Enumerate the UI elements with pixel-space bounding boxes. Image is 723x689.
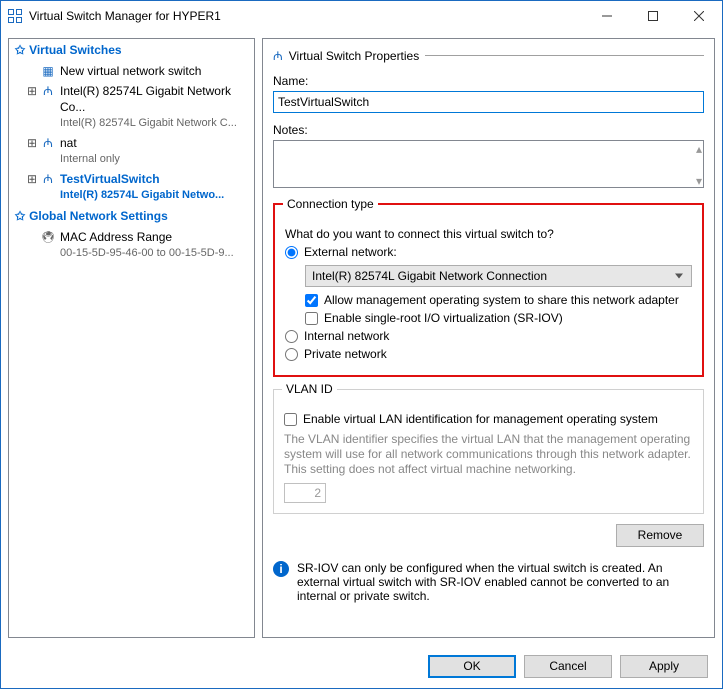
vlan-description: The VLAN identifier specifies the virtua… [284, 432, 693, 477]
name-label: Name: [273, 74, 704, 88]
tree-panel: ✩ Virtual Switches ▦ New virtual network… [8, 38, 255, 638]
minimize-button[interactable] [584, 1, 630, 31]
app-icon [7, 8, 23, 24]
ok-button[interactable]: OK [428, 655, 516, 678]
collapse-icon: ✩ [15, 209, 25, 223]
expander-icon[interactable]: ⊞ [27, 135, 36, 151]
adapter-dropdown[interactable]: Intel(R) 82574L Gigabit Network Connecti… [305, 265, 692, 287]
vlan-id-input: 2 [284, 483, 326, 503]
radio-external-input[interactable] [285, 246, 298, 259]
radio-internal[interactable]: Internal network [285, 329, 692, 343]
maximize-button[interactable] [630, 1, 676, 31]
scrollbar-icon: ▴▾ [696, 142, 702, 188]
tree-item-switch-testvirtualswitch[interactable]: ⊞ ₼ TestVirtualSwitch Intel(R) 82574L Gi… [9, 169, 254, 205]
checkbox-sriov-input[interactable] [305, 312, 318, 325]
tree-heading-virtual-switches[interactable]: ✩ Virtual Switches [9, 39, 254, 61]
tree-item-new-switch[interactable]: ▦ New virtual network switch [9, 61, 254, 81]
apply-button[interactable]: Apply [620, 655, 708, 678]
radio-internal-input[interactable] [285, 330, 298, 343]
network-switch-icon: ₼ [40, 171, 56, 187]
properties-panel: ₼ Virtual Switch Properties Name: Notes:… [262, 38, 715, 638]
network-switch-icon: ₼ [273, 47, 283, 64]
window-title: Virtual Switch Manager for HYPER1 [29, 9, 584, 23]
radio-private-input[interactable] [285, 348, 298, 361]
checkbox-vlan-enable[interactable]: Enable virtual LAN identification for ma… [284, 412, 693, 426]
radio-private[interactable]: Private network [285, 347, 692, 361]
tree-item-switch-1[interactable]: ⊞ ₼ Intel(R) 82574L Gigabit Network Co..… [9, 81, 254, 133]
section-header: ₼ Virtual Switch Properties [273, 47, 704, 64]
tree-item-mac-range[interactable]: 🖲 MAC Address Range 00-15-5D-95-46-00 to… [9, 227, 254, 263]
mac-range-icon: 🖲 [40, 229, 56, 245]
expander-icon[interactable]: ⊞ [27, 171, 36, 187]
vlan-group: VLAN ID Enable virtual LAN identificatio… [273, 389, 704, 514]
network-switch-icon: ₼ [40, 83, 56, 99]
checkbox-sriov[interactable]: Enable single-root I/O virtualization (S… [305, 311, 692, 325]
expander-icon[interactable]: ⊞ [27, 83, 36, 99]
info-note: i SR-IOV can only be configured when the… [273, 561, 704, 603]
switch-icon: ▦ [40, 63, 56, 79]
tree-item-switch-nat[interactable]: ⊞ ₼ nat Internal only [9, 133, 254, 169]
cancel-button[interactable]: Cancel [524, 655, 612, 678]
checkbox-allow-mgmt[interactable]: Allow management operating system to sha… [305, 293, 692, 307]
connection-question: What do you want to connect this virtual… [285, 227, 692, 241]
notes-label: Notes: [273, 123, 704, 137]
notes-input[interactable] [273, 140, 704, 188]
checkbox-vlan-enable-input[interactable] [284, 413, 297, 426]
close-button[interactable] [676, 1, 722, 31]
name-input[interactable] [273, 91, 704, 113]
dialog-footer: OK Cancel Apply [1, 645, 722, 688]
remove-button[interactable]: Remove [616, 524, 704, 547]
checkbox-allow-mgmt-input[interactable] [305, 294, 318, 307]
titlebar: Virtual Switch Manager for HYPER1 [1, 1, 722, 31]
collapse-icon: ✩ [15, 43, 25, 57]
info-icon: i [273, 561, 289, 577]
tree-heading-global-settings[interactable]: ✩ Global Network Settings [9, 205, 254, 227]
network-switch-icon: ₼ [40, 135, 56, 151]
radio-external[interactable]: External network: [285, 245, 692, 259]
connection-type-group: Connection type What do you want to conn… [273, 203, 704, 377]
